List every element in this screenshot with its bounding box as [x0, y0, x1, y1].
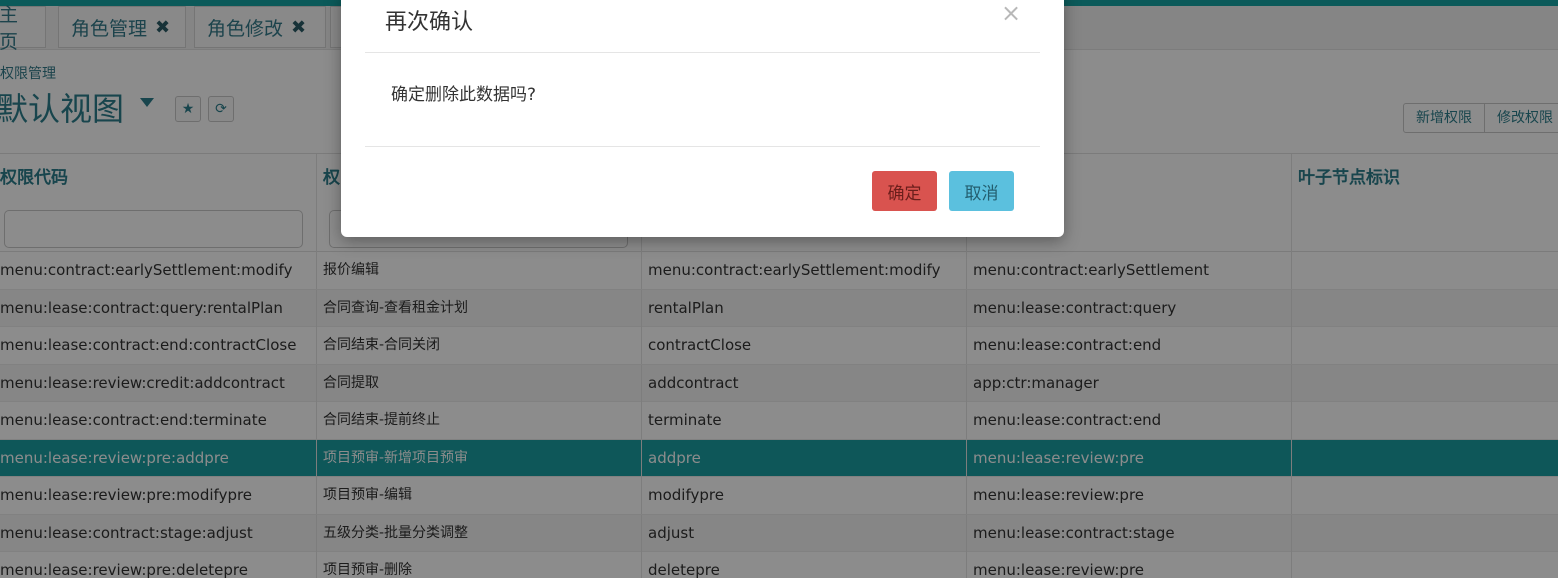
dialog-message: 确定删除此数据吗?	[391, 85, 537, 105]
close-icon[interactable]: ×	[1001, 0, 1021, 27]
cancel-button[interactable]: 取消	[949, 171, 1014, 211]
divider	[365, 52, 1040, 53]
confirm-dialog: 再次确认 × 确定删除此数据吗? 确定 取消	[341, 0, 1064, 237]
divider	[365, 146, 1040, 147]
dialog-title: 再次确认	[385, 10, 474, 35]
confirm-button[interactable]: 确定	[872, 171, 937, 211]
